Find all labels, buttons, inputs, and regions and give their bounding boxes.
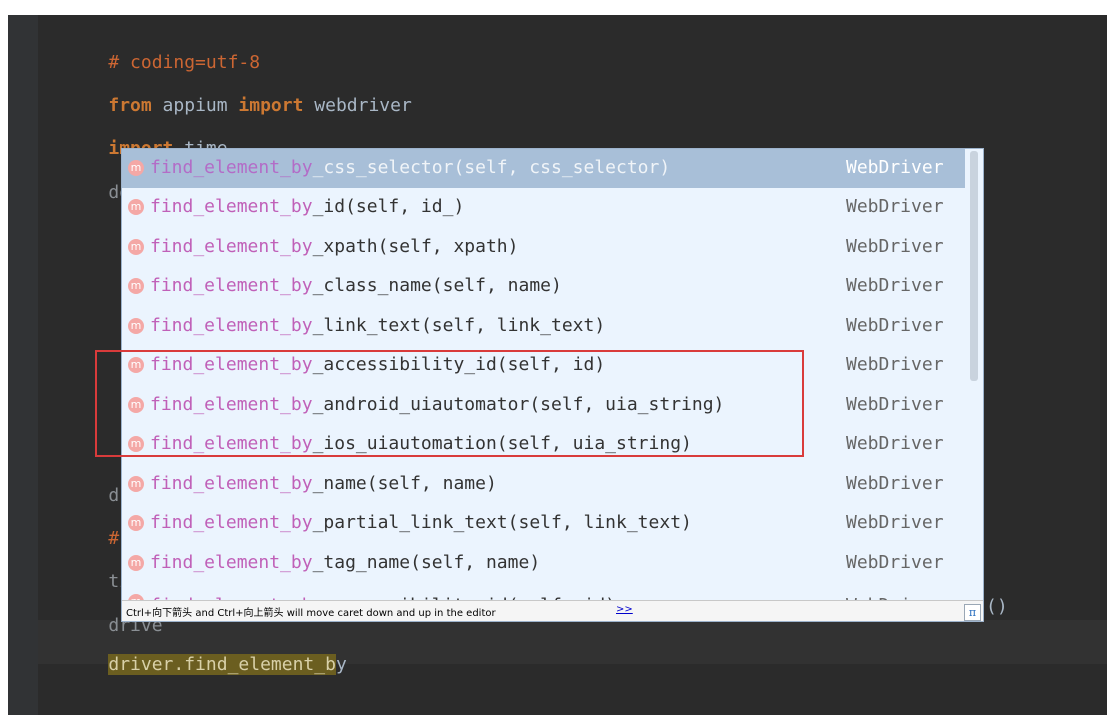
method-signature: (self, uia_string) — [529, 394, 725, 415]
method-icon: m — [128, 160, 144, 176]
imported-name: webdriver — [303, 95, 412, 116]
method-suffix: _css_selector — [312, 157, 454, 178]
completion-item-name: find_element_by_css_selector(self, css_s… — [150, 156, 670, 180]
method-icon: m — [128, 239, 144, 255]
completion-item-type: WebDriver — [846, 394, 944, 415]
pi-icon[interactable]: π — [964, 604, 981, 621]
method-suffix: _tag_name — [312, 552, 411, 573]
matched-prefix: find_element_by — [150, 315, 313, 336]
completion-item-name: find_element_by_accessibility_id(self, i… — [150, 353, 605, 377]
completion-item-type: WebDriver — [846, 433, 944, 454]
completion-item[interactable]: m find_element_by_tag_name(self, name) Web… — [122, 544, 965, 583]
completion-item-name: find_element_by_ios_uiautomation(self, u… — [150, 432, 692, 456]
completion-item[interactable]: m find_element_by_name(self, name) WebDriv… — [122, 465, 965, 504]
completion-item-type: WebDriver — [846, 236, 944, 257]
method-icon: m — [128, 318, 144, 334]
completion-item-name: find_element_by_android_uiautomator(self… — [150, 393, 724, 417]
completion-item-name: find_element_by_name(self, name) — [150, 472, 497, 496]
method-icon: m — [128, 397, 144, 413]
method-icon: m — [128, 278, 144, 294]
completion-item[interactable]: m find_element_by_css_selector(self, css_… — [122, 149, 965, 188]
method-signature: (self, link_text) — [507, 512, 692, 533]
completion-item[interactable]: m find_element_by_id(self, id_) WebDriver — [122, 188, 965, 227]
comment-text: # coding=utf-8 — [108, 52, 261, 73]
method-icon: m — [128, 555, 144, 571]
code-line-encoding[interactable]: # coding=utf-8 — [65, 30, 260, 73]
code-line-import-webdriver[interactable]: from appium import webdriver — [65, 73, 411, 116]
completion-item-name: find_element_by_partial_link_text(self, … — [150, 511, 692, 535]
completion-item[interactable]: m find_element_by_xpath(self, xpath) WebDr… — [122, 228, 965, 267]
method-signature: (self, id_) — [345, 196, 465, 217]
matched-prefix: find_element_by — [150, 157, 313, 178]
completion-item-type: WebDriver — [846, 512, 944, 533]
method-icon: m — [128, 436, 144, 452]
method-signature: (self, xpath) — [377, 236, 519, 257]
completion-item[interactable]: m find_element_by_android_uiautomator(sel… — [122, 386, 965, 425]
autocomplete-popup[interactable]: m find_element_by_css_selector(self, css_… — [121, 148, 984, 622]
method-suffix: _name — [312, 473, 367, 494]
method-signature: (self, uia_string) — [496, 433, 692, 454]
matched-prefix: find_element_by — [150, 473, 313, 494]
code-line-import-time[interactable]: import time — [65, 116, 227, 159]
completion-item[interactable]: m find_element_by_link_text(self, link_te… — [122, 307, 965, 346]
completion-item-type: WebDriver — [846, 354, 944, 375]
matched-prefix: find_element_by — [150, 354, 313, 375]
method-signature: (self, link_text) — [420, 315, 606, 336]
editor-gutter — [8, 15, 38, 715]
method-signature: (self, name) — [431, 275, 562, 296]
completion-item-name: find_element_by_xpath(self, xpath) — [150, 235, 518, 259]
completion-item-name: find_element_by_class_name(self, name) — [150, 274, 562, 298]
completion-item-name: find_element_by_tag_name(self, name) — [150, 551, 540, 575]
typed-text-highlight: driver.find_element_b — [108, 654, 336, 675]
completion-item[interactable]: m find_element_by_class_name(self, name) W… — [122, 267, 965, 306]
code-trailing-parens: () — [986, 596, 1008, 617]
matched-prefix: find_element_by — [150, 236, 313, 257]
method-suffix: _id — [312, 196, 346, 217]
matched-prefix: find_element_by — [150, 394, 313, 415]
method-icon: m — [128, 476, 144, 492]
method-suffix: _accessibility_id — [312, 354, 497, 375]
completion-item-name: find_element_by_link_text(self, link_tex… — [150, 314, 605, 338]
method-icon: m — [128, 357, 144, 373]
popup-footer: Ctrl+向下箭头 and Ctrl+向上箭头 will move caret … — [122, 600, 983, 621]
completion-item[interactable]: m find_element_by_ios_uiautomation(self, … — [122, 425, 965, 464]
method-suffix: _class_name — [312, 275, 432, 296]
method-icon: m — [128, 199, 144, 215]
typed-text-rest: y — [335, 654, 347, 675]
completion-item-type: WebDriver — [846, 552, 944, 573]
matched-prefix: find_element_by — [150, 552, 313, 573]
method-suffix: _xpath — [312, 236, 378, 257]
method-signature: (self, name) — [410, 552, 541, 573]
completion-item-type: WebDriver — [846, 315, 944, 336]
completion-item-name: find_element_by_id(self, id_) — [150, 195, 464, 219]
keyword-import: import — [238, 95, 304, 116]
popup-scrollbar[interactable] — [967, 149, 981, 603]
method-icon: m — [128, 515, 144, 531]
completion-item[interactable]: m find_element_by_accessibility_id(self, … — [122, 346, 965, 385]
method-signature: (self, name) — [366, 473, 497, 494]
scrollbar-thumb[interactable] — [970, 151, 978, 381]
keyword-from: from — [108, 95, 152, 116]
code-line-current[interactable]: driver.find_element_by — [65, 632, 347, 675]
more-link[interactable]: >> — [616, 604, 633, 615]
completion-item-type: WebDriver — [846, 157, 944, 178]
navigation-hint: Ctrl+向下箭头 and Ctrl+向上箭头 will move caret … — [126, 608, 496, 619]
completion-item[interactable]: m find_element_by_partial_link_text(self,… — [122, 504, 965, 543]
matched-prefix: find_element_by — [150, 512, 313, 533]
method-signature: (self, css_selector) — [453, 157, 671, 178]
matched-prefix: find_element_by — [150, 196, 313, 217]
completion-item-type: WebDriver — [846, 473, 944, 494]
matched-prefix: find_element_by — [150, 433, 313, 454]
completion-item-type: WebDriver — [846, 275, 944, 296]
method-suffix: _link_text — [312, 315, 421, 336]
method-suffix: _ios_uiautomation — [312, 433, 497, 454]
completion-item-type: WebDriver — [846, 196, 944, 217]
matched-prefix: find_element_by — [150, 275, 313, 296]
method-suffix: _partial_link_text — [312, 512, 508, 533]
method-suffix: _android_uiautomator — [312, 394, 530, 415]
module-name: appium — [151, 95, 239, 116]
method-signature: (self, id) — [496, 354, 606, 375]
